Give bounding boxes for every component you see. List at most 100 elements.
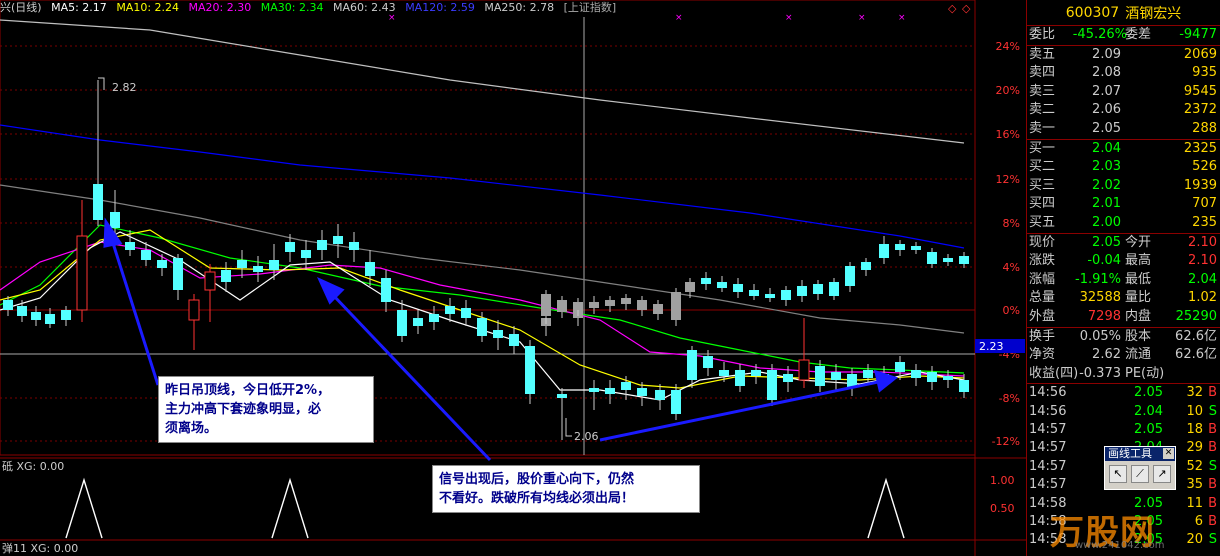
tick-volume: 20 [1186,532,1203,548]
candle-body [349,242,359,250]
ma-header: 兴(日线) MA5: 2.17 MA10: 2.24 MA20: 2.30 MA… [0,0,975,17]
buy-orders: 买一 2.04 2325 买二 2.03 526 买三 2.02 1939 买四 2.01 707 买五… [1027,140,1220,233]
candle-body [221,270,231,282]
order-label: 卖三 [1029,83,1056,99]
ray-tool-icon[interactable]: ↗ [1153,465,1171,483]
drawing-toolbox[interactable]: 画线工具 ✕ ↖ ⟋ ↗ [1104,446,1176,490]
toolbox-header[interactable]: 画线工具 ✕ [1105,447,1175,461]
candle-body [31,312,41,320]
ma10-value: MA10: 2.24 [116,1,180,14]
stat-label: 现价 [1029,234,1056,250]
candle-body [943,376,953,380]
order-volume: 2325 [1183,140,1217,156]
candle-body [653,304,663,314]
order-row[interactable]: 卖五 2.09 2069 [1027,46,1220,65]
order-row[interactable]: 买三 2.02 1939 [1027,177,1220,196]
stat-value: 7298 [1087,308,1121,324]
pct-axis-label: 0% [1003,304,1020,317]
pointer-icon[interactable]: ↖ [1109,465,1127,483]
order-row[interactable]: 卖三 2.07 9545 [1027,83,1220,102]
order-price: 2.07 [1092,83,1121,99]
order-price: 2.05 [1092,120,1121,136]
candle-body [959,256,969,264]
tick-row: 14:57 2.05 18 B [1027,421,1220,439]
order-row[interactable]: 买五 2.00 235 [1027,214,1220,233]
close-icon[interactable]: ✕ [1163,448,1174,459]
order-label: 卖五 [1029,46,1056,62]
order-row[interactable]: 卖二 2.06 2372 [1027,101,1220,120]
candle-body [76,235,88,311]
share-label: 流通 [1125,347,1152,363]
stock-name: 酒钢宏兴 [1125,5,1182,22]
order-volume: 935 [1192,65,1217,81]
order-volume: 235 [1192,214,1217,230]
order-row[interactable]: 卖四 2.08 935 [1027,64,1220,83]
candle-body [815,366,825,386]
candle-body [381,278,391,302]
order-price: 2.04 [1092,140,1121,156]
stat-value: 2.04 [1188,271,1217,287]
candle-body [605,388,615,394]
order-label: 买三 [1029,177,1056,193]
sub-axis-1: 1.00 [990,474,1015,487]
order-label: 买五 [1029,214,1056,230]
candle-body [717,282,727,288]
candle-body [687,350,697,380]
candle-body [927,372,937,382]
candle-body [93,184,103,220]
candle-body [863,370,873,378]
stat-row: 涨幅 -1.91% 最低 2.04 [1027,271,1220,290]
candle-body [45,314,55,324]
stat-label: 涨跌 [1029,253,1056,269]
candle-body [3,300,13,310]
candle-body [735,370,745,386]
index-link[interactable]: [上证指数] [564,1,617,14]
stat-value: 32588 [1079,290,1121,306]
stat-label: 今开 [1125,234,1152,250]
candle-body [477,318,487,336]
stock-period-label: 兴(日线) [0,1,42,14]
candle-body [573,302,583,310]
pct-axis-label: 20% [996,84,1020,97]
candle-body [557,394,567,398]
indicator2-label: 弹11 XG: 0.00 [2,541,78,555]
order-row[interactable]: 买一 2.04 2325 [1027,140,1220,159]
stock-chart-window: 2.82 2.06 24% 20% 16% 12% 8% 4% 0% -4% -8% -12% 2… [0,0,1220,556]
line-tool-icon[interactable]: ⟋ [1131,465,1149,483]
order-price: 2.06 [1092,102,1121,118]
candle-body [911,246,921,250]
weibi-row: 委比 -45.26% 委差 -9477 [1027,26,1220,45]
tick-direction: S [1208,458,1217,474]
order-row[interactable]: 买四 2.01 707 [1027,195,1220,214]
candle-body [927,252,937,264]
pct-axis-label: 16% [996,128,1020,141]
low-price-label: 2.06 [574,430,599,443]
order-row[interactable]: 买二 2.03 526 [1027,158,1220,177]
candle-body [829,282,839,296]
ma-line [0,124,965,249]
candle-body [911,370,921,378]
stat-value: 1.02 [1188,290,1217,306]
candle-body [813,284,823,294]
share-row: 净资 2.62 流通 62.6亿 [1027,346,1220,365]
order-row[interactable]: 卖一 2.05 288 [1027,120,1220,139]
stat-label: 外盘 [1029,308,1056,324]
sell-orders: 卖五 2.09 2069 卖四 2.08 935 卖三 2.07 9545 卖二 2.06 2372 卖… [1027,46,1220,139]
watermark-url: www.241042.com [1075,540,1165,551]
candle-body [525,346,535,394]
candle-body [621,298,631,304]
share-label: 换手 [1029,328,1056,344]
candle-body [461,308,471,318]
candle-body [751,370,761,376]
tick-time: 14:57 [1029,458,1067,474]
order-price: 2.03 [1092,159,1121,175]
sub-axis-2: 0.50 [990,502,1015,515]
candle-body [637,300,647,310]
weibi-value: -45.26% [1072,27,1127,42]
share-value: 2.62 [1092,347,1121,363]
stat-label: 最高 [1125,253,1152,269]
candle-body [703,356,713,368]
order-price: 2.02 [1092,177,1121,193]
share-row: 收益(四) -0.373 PE(动) [1027,365,1220,384]
candle-body [541,294,551,316]
